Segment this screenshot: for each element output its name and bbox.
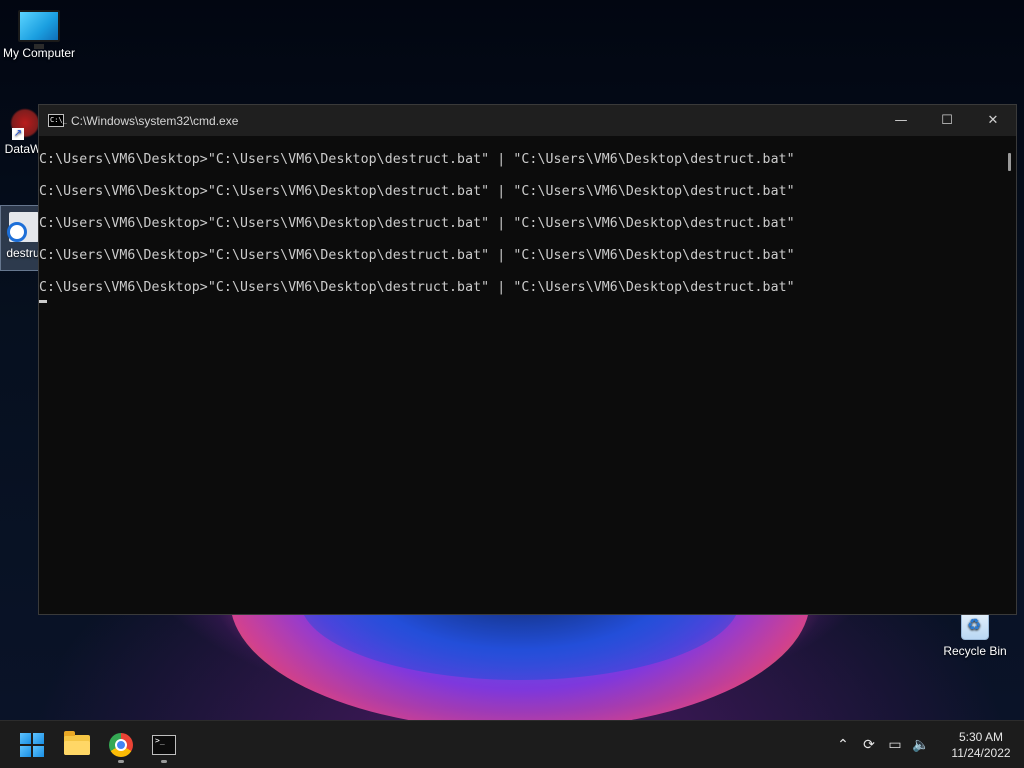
console-line: C:\Users\VM6\Desktop>"C:\Users\VM6\Deskt… [39,184,795,199]
console-output[interactable]: C:\Users\VM6\Desktop>"C:\Users\VM6\Deskt… [39,136,1003,614]
running-indicator [118,760,124,763]
start-button[interactable] [12,729,52,761]
maximize-button[interactable]: ☐ [924,105,970,136]
chrome-icon [109,733,133,757]
console-line: C:\Users\VM6\Desktop>"C:\Users\VM6\Deskt… [39,152,795,167]
app-shortcut-icon: ↗ [10,108,40,140]
desktop-icon-recycle-bin[interactable]: Recycle Bin [936,610,1014,658]
running-indicator [161,760,167,763]
terminal-icon: >_ [152,735,176,755]
window-controls: — ☐ ✕ [878,105,1016,136]
console-line: C:\Users\VM6\Desktop>"C:\Users\VM6\Deskt… [39,248,795,263]
shortcut-arrow-icon: ↗ [12,128,24,140]
vertical-scrollbar[interactable] [1008,153,1011,171]
cmd-window[interactable]: C:\_ C:\Windows\system32\cmd.exe — ☐ ✕ C… [38,104,1017,615]
network-icon[interactable]: ▭ [882,732,908,758]
taskbar: >_ ⌃ ⟳ ▭ 🔈 5:30 AM 11/24/2022 [0,720,1024,768]
volume-icon[interactable]: 🔈 [908,732,934,758]
clock-date: 11/24/2022 [951,746,1011,760]
window-title: C:\Windows\system32\cmd.exe [71,113,239,128]
minimize-button[interactable]: — [878,105,924,136]
batch-file-icon [7,212,39,242]
clock-time: 5:30 AM [958,730,1004,744]
sync-icon[interactable]: ⟳ [856,732,882,758]
taskbar-chrome[interactable] [101,729,141,763]
console-line: C:\Users\VM6\Desktop>"C:\Users\VM6\Deskt… [39,216,795,231]
close-button[interactable]: ✕ [970,105,1016,136]
text-cursor [39,300,47,303]
clock[interactable]: 5:30 AM 11/24/2022 [938,729,1024,761]
taskbar-file-explorer[interactable] [57,729,97,761]
computer-icon [18,10,60,49]
desktop-icon-label: Recycle Bin [943,644,1007,658]
folder-icon [64,731,90,755]
window-titlebar[interactable]: C:\_ C:\Windows\system32\cmd.exe — ☐ ✕ [39,105,1016,136]
chevron-up-icon[interactable]: ⌃ [830,732,856,758]
cmd-icon: C:\_ [48,114,67,127]
taskbar-terminal[interactable]: >_ [144,729,184,763]
desktop-icon-my-computer[interactable]: My Computer [0,10,78,60]
system-tray: ⌃ ⟳ ▭ 🔈 5:30 AM 11/24/2022 [830,721,1024,768]
console-line: C:\Users\VM6\Desktop>"C:\Users\VM6\Deskt… [39,280,795,295]
windows-start-icon [20,733,44,757]
